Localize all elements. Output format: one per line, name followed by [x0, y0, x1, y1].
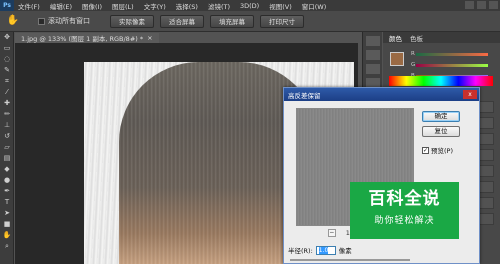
character-panel-icon[interactable] [366, 64, 380, 74]
photoshop-window: Ps 文件(F) 编辑(E) 图像(I) 图层(L) 文字(Y) 选择(S) 滤… [0, 0, 500, 264]
menu-layer[interactable]: 图层(L) [112, 1, 134, 11]
close-window-button[interactable] [489, 1, 498, 9]
dialog-title: 高反差保留 [284, 88, 479, 101]
menu-3d[interactable]: 3D(D) [240, 2, 259, 10]
dialog-close-button[interactable]: x [463, 90, 477, 99]
checkbox-box[interactable] [38, 17, 45, 25]
fill-screen-button[interactable]: 填充屏幕 [210, 14, 254, 28]
zoom-out-button[interactable]: − [327, 229, 336, 237]
tab-color[interactable]: 颜色 [389, 33, 402, 43]
preview-checkbox-box[interactable]: ✓ [422, 146, 429, 154]
menu-file[interactable]: 文件(F) [18, 1, 40, 11]
radius-slider[interactable] [290, 259, 410, 261]
menu-select[interactable]: 选择(S) [176, 1, 198, 11]
radius-unit: 像素 [338, 247, 352, 255]
radius-value: 1.0 [318, 246, 329, 254]
reset-button[interactable]: 复位 [422, 126, 460, 137]
radius-label: 半径(R): [288, 247, 313, 255]
menu-view[interactable]: 视图(V) [269, 1, 292, 11]
foreground-color-swatch[interactable] [390, 52, 404, 66]
scroll-all-windows-checkbox[interactable]: 滚动所有窗口 [38, 16, 90, 26]
hand-icon[interactable]: ✋ [6, 14, 20, 28]
type-tool-icon[interactable]: T [0, 197, 14, 208]
print-size-button[interactable]: 打印尺寸 [260, 14, 304, 28]
maximize-button[interactable] [477, 1, 486, 9]
radius-input[interactable]: 1.0 [315, 245, 336, 255]
r-label: R [411, 51, 415, 57]
eraser-tool-icon[interactable]: ▱ [0, 142, 14, 153]
menu-image[interactable]: 图像(I) [82, 1, 102, 11]
scroll-all-label: 滚动所有窗口 [48, 17, 90, 25]
g-slider[interactable] [416, 64, 488, 67]
ps-logo: Ps [0, 0, 14, 11]
history-panel-icon[interactable] [366, 36, 380, 46]
blur-tool-icon[interactable]: ◆ [0, 164, 14, 175]
dodge-tool-icon[interactable]: ● [0, 175, 14, 186]
close-tab-icon[interactable]: × [147, 34, 152, 42]
preview-label: 预览(P) [431, 147, 453, 155]
crop-tool-icon[interactable]: ⌗ [0, 76, 14, 87]
lasso-tool-icon[interactable]: ◌ [0, 54, 14, 65]
marquee-tool-icon[interactable]: ▭ [0, 43, 14, 54]
brush-tool-icon[interactable]: ✏ [0, 109, 14, 120]
properties-panel-icon[interactable] [366, 50, 380, 60]
healing-tool-icon[interactable]: ✚ [0, 98, 14, 109]
gradient-tool-icon[interactable]: ▤ [0, 153, 14, 164]
ok-button[interactable]: 确定 [422, 111, 460, 122]
tab-swatches[interactable]: 色板 [410, 33, 423, 43]
eyedropper-tool-icon[interactable]: ⁄ [0, 87, 14, 98]
watermark-logo: 百科全说 助你轻松解决 [350, 182, 459, 239]
document-tab-title: 1.jpg @ 133% (图层 1 副本, RGB/8#) * [21, 35, 144, 43]
watermark-line2: 助你轻松解决 [374, 216, 435, 226]
actual-pixels-button[interactable]: 实际像素 [110, 14, 154, 28]
options-bar: ✋ 滚动所有窗口 实际像素 适合屏幕 填充屏幕 打印尺寸 [0, 11, 500, 32]
document-tab[interactable]: 1.jpg @ 133% (图层 1 副本, RGB/8#) * × [15, 33, 159, 43]
watermark-line1: 百科全说 [368, 189, 441, 209]
radius-row: 半径(R): 1.0 像素 [288, 245, 352, 255]
menu-type[interactable]: 文字(Y) [144, 1, 166, 11]
preview-checkbox[interactable]: ✓ 预览(P) [422, 145, 453, 155]
hand-tool-icon[interactable]: ✋ [0, 230, 14, 241]
r-slider[interactable] [416, 53, 488, 56]
move-tool-icon[interactable]: ✥ [0, 32, 14, 43]
quick-select-tool-icon[interactable]: ✎ [0, 65, 14, 76]
menu-window[interactable]: 窗口(W) [302, 1, 327, 11]
menu-bar: Ps 文件(F) 编辑(E) 图像(I) 图层(L) 文字(Y) 选择(S) 滤… [0, 0, 500, 11]
path-select-tool-icon[interactable]: ➤ [0, 208, 14, 219]
history-brush-icon[interactable]: ↺ [0, 131, 14, 142]
menu-filter[interactable]: 滤镜(T) [208, 1, 230, 11]
shape-tool-icon[interactable]: ■ [0, 219, 14, 230]
window-controls [465, 1, 498, 9]
panel-tabs: 颜色 色板 [383, 32, 500, 43]
g-label: G [411, 62, 416, 68]
tools-panel: ✥ ▭ ◌ ✎ ⌗ ⁄ ✚ ✏ ⊥ ↺ ▱ ▤ ◆ ● ✒ T ➤ ■ ✋ ⌕ [0, 32, 14, 264]
color-spectrum[interactable] [389, 76, 493, 86]
stamp-tool-icon[interactable]: ⊥ [0, 120, 14, 131]
minimize-button[interactable] [465, 1, 474, 9]
zoom-tool-icon[interactable]: ⌕ [0, 241, 14, 252]
fit-screen-button[interactable]: 适合屏幕 [160, 14, 204, 28]
menu-edit[interactable]: 编辑(E) [50, 1, 72, 11]
pen-tool-icon[interactable]: ✒ [0, 186, 14, 197]
